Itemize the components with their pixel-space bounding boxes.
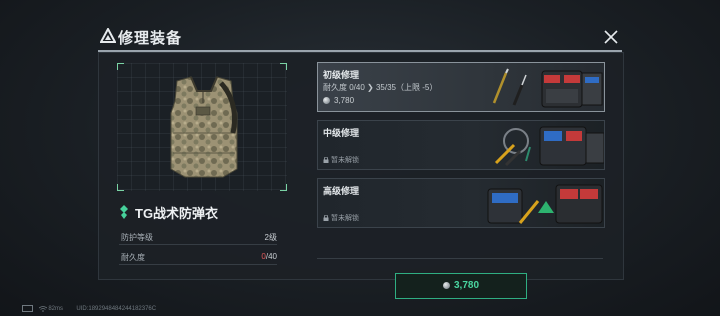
stat-value: 0/40 — [261, 252, 277, 261]
stat-protection-level: 防护等级 2级 — [119, 228, 277, 245]
coin-icon — [442, 281, 450, 289]
option-title: 初级修理 — [323, 70, 360, 80]
item-preview — [117, 63, 287, 191]
durability-max: /40 — [265, 252, 277, 261]
lock-icon — [323, 215, 329, 222]
repair-option-intermediate[interactable]: 中级修理 暂未解锁 — [317, 120, 605, 170]
title-bar: 修理装备 — [98, 22, 622, 52]
vest-image — [170, 76, 238, 178]
repair-option-basic[interactable]: 初级修理 耐久度 0/40 ❯ 35/35（上限 -5） 3,780 — [317, 62, 605, 112]
intermediate-repair-kit-image — [494, 126, 604, 167]
option-title: 中级修理 — [323, 128, 360, 138]
option-durability: 耐久度 0/40 ❯ 35/35（上限 -5） — [323, 83, 438, 92]
item-name: TG战术防弹衣 — [135, 206, 219, 221]
advanced-repair-kit-image — [487, 184, 603, 224]
lock-icon — [323, 157, 329, 164]
options-divider — [317, 258, 603, 259]
stat-value: 2级 — [264, 233, 277, 242]
basic-repair-kit-image — [492, 68, 603, 108]
option-lock-status: 暂未解锁 — [323, 155, 359, 165]
battery-icon — [22, 305, 33, 312]
close-button[interactable] — [602, 28, 620, 46]
uid-text: UID:1892948484244182376C — [76, 306, 157, 313]
stat-label: 防护等级 — [121, 233, 153, 242]
dialog-title: 修理装备 — [118, 30, 183, 47]
confirm-repair-button[interactable]: 3,780 — [395, 273, 527, 299]
status-bar: 82ms UID:1892948484244182376C — [22, 305, 156, 312]
repair-panel: TG战术防弹衣 防护等级 2级 耐久度 0/40 初级修理 耐久度 0/40 ❯… — [98, 52, 624, 299]
warning-triangle-icon — [100, 28, 116, 43]
option-lock-status: 暂未解锁 — [323, 213, 359, 223]
option-cost: 3,780 — [323, 96, 354, 105]
stat-durability: 耐久度 0/40 — [119, 248, 277, 265]
repair-option-advanced[interactable]: 高级修理 暂未解锁 — [317, 178, 605, 228]
confirm-cost: 3,780 — [396, 280, 526, 291]
repair-dialog: 修理装备 TG战术防弹衣 防护等级 2级 耐久度 0/40 初级修理 耐久度 0… — [98, 22, 624, 299]
stat-label: 耐久度 — [121, 253, 145, 262]
coin-icon — [323, 97, 330, 105]
option-title: 高级修理 — [323, 186, 360, 196]
ping-text: 82ms — [48, 306, 64, 313]
rarity-diamond-icon — [120, 205, 128, 219]
wifi-icon — [38, 305, 47, 312]
